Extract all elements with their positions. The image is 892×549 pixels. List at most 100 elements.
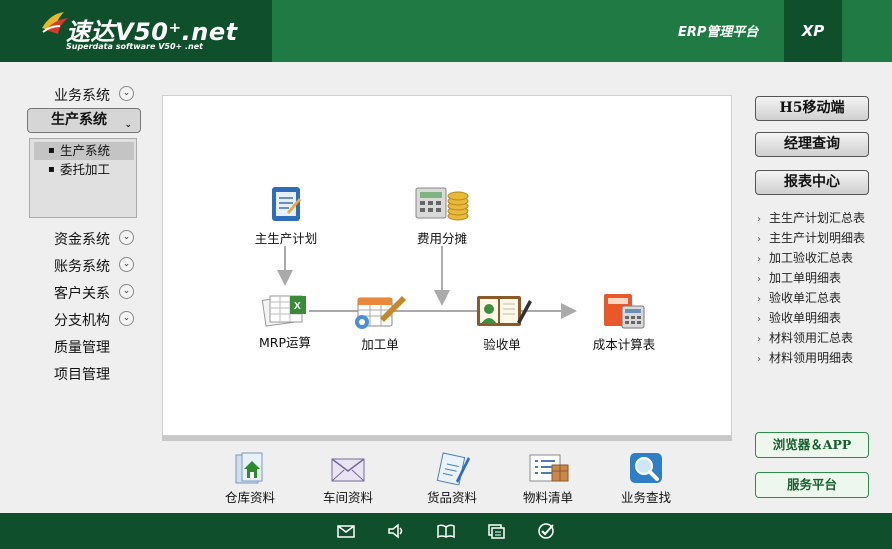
flow-panel: 主生产计划 费用分摊 X MRP运算 加工单 验收单 成本计算表 [162,95,732,436]
logo-area: 速达V50⁺.net Superdata software V50+ .net [0,0,272,62]
plan-icon [272,187,301,221]
submenu-label: 委托加工 [60,162,111,177]
chevron-right-icon: › [757,334,761,345]
flow-node-cost-sheet[interactable]: 成本计算表 [581,290,667,353]
report-label: 验收单汇总表 [769,291,842,305]
bottom-tools-panel: 仓库资料 车间资料 货品资料 物料清单 业务查找 [162,441,732,513]
nav-item-business[interactable]: 业务系统 [54,85,110,105]
calculator-coins-icon [415,187,469,221]
chevron-down-icon[interactable]: ⌄ [119,311,134,326]
flow-label: 费用分摊 [416,231,467,246]
tool-warehouse[interactable]: 仓库资料 [220,451,280,506]
chevron-right-icon: › [757,314,761,325]
window-icon[interactable] [486,521,506,541]
speaker-icon[interactable] [386,521,406,541]
report-link[interactable]: › 验收单明细表 [757,309,841,326]
mail-icon[interactable] [336,521,356,541]
clipboard-pen-icon [436,452,470,485]
bullet-icon: ▪ [48,164,55,175]
submenu-item-outsourcing[interactable]: ▪ 委托加工 [34,161,134,179]
work-order-icon [355,296,406,329]
tool-search[interactable]: 业务查找 [616,451,676,506]
tool-label: 货品资料 [426,490,477,505]
platform-label: ERP管理平台 [678,25,759,40]
xp-button[interactable]: XP [784,0,842,62]
logo-subtitle: Superdata software V50+ .net [66,42,203,51]
flow-node-master-plan[interactable]: 主生产计划 [245,184,327,247]
nav-item-project[interactable]: 项目管理 [54,364,110,384]
nav-label: 分支机构 [54,313,110,329]
nav-label: 账务系统 [54,259,110,275]
service-platform-button[interactable]: 服务平台 [755,472,869,498]
nav-item-production[interactable]: 生产系统 ⌄ [27,108,141,133]
flow-label: 成本计算表 [592,337,656,352]
flow-node-work-order[interactable]: 加工单 [350,292,410,353]
report-link[interactable]: › 主生产计划明细表 [757,229,865,246]
chevron-right-icon: › [757,294,761,305]
report-label: 加工单明细表 [769,271,842,285]
chevron-down-icon[interactable]: ⌄ [119,86,134,101]
flow-node-cost-allocation[interactable]: 费用分摊 [408,184,476,247]
production-submenu: ▪ 生产系统 ▪ 委托加工 [29,138,137,218]
report-link[interactable]: › 加工验收汇总表 [757,249,853,266]
flow-label: MRP运算 [258,335,311,350]
mrp-spreadsheet-icon: X [261,295,306,327]
report-link[interactable]: › 材料领用明细表 [757,349,853,366]
tool-label: 物料清单 [522,490,573,505]
report-link[interactable]: › 验收单汇总表 [757,289,841,306]
chevron-right-icon: › [757,234,761,245]
chevron-down-icon: ⌄ [124,120,132,130]
tool-workshop[interactable]: 车间资料 [318,451,378,506]
cost-calculator-icon [604,294,645,329]
report-link[interactable]: › 材料领用汇总表 [757,329,853,346]
report-link[interactable]: › 主生产计划汇总表 [757,209,865,226]
flow-label: 验收单 [483,337,521,352]
chevron-down-icon[interactable]: ⌄ [119,284,134,299]
chevron-down-icon[interactable]: ⌄ [119,257,134,272]
book-icon[interactable] [436,521,456,541]
report-label: 验收单明细表 [769,311,842,325]
nav-label: 客户关系 [54,286,110,302]
tool-bom[interactable]: 物料清单 [518,451,578,506]
report-label: 加工验收汇总表 [769,251,854,265]
nav-item-quality[interactable]: 质量管理 [54,337,110,357]
chevron-right-icon: › [757,254,761,265]
h5-mobile-button[interactable]: H5移动端 [755,96,869,121]
warehouse-icon [235,452,263,484]
report-label: 材料领用汇总表 [769,331,854,345]
manager-query-button[interactable]: 经理查询 [755,132,869,157]
flow-node-mrp[interactable]: X MRP运算 [246,292,324,351]
top-header: 速达V50⁺.net Superdata software V50+ .net … [0,0,892,62]
report-link[interactable]: › 加工单明细表 [757,269,841,286]
bottom-footer [0,513,892,549]
tool-label: 业务查找 [620,490,671,505]
nav-item-finance[interactable]: 资金系统 [54,229,110,249]
tool-label: 仓库资料 [224,490,275,505]
bullet-icon: ▪ [48,145,55,156]
flow-node-inspection[interactable]: 验收单 [471,292,533,353]
flow-label: 加工单 [361,337,399,352]
submenu-item-production[interactable]: ▪ 生产系统 [34,142,134,160]
report-label: 主生产计划明细表 [769,231,866,245]
list-box-icon [529,454,569,482]
check-icon[interactable] [536,521,556,541]
tool-goods[interactable]: 货品资料 [422,451,482,506]
inspection-icon [477,296,532,326]
report-label: 主生产计划汇总表 [769,211,866,225]
flow-label: 主生产计划 [254,231,318,246]
report-center-button[interactable]: 报表中心 [755,170,869,195]
browser-app-button[interactable]: 浏览器＆APP [755,432,869,458]
chevron-right-icon: › [757,354,761,365]
chevron-right-icon: › [757,274,761,285]
svg-text:X: X [294,301,301,312]
tool-label: 车间资料 [322,490,373,505]
report-label: 材料领用明细表 [769,351,854,365]
chevron-down-icon[interactable]: ⌄ [119,230,134,245]
nav-item-accounting[interactable]: 账务系统 [54,256,110,276]
nav-item-branch[interactable]: 分支机构 [54,310,110,330]
chevron-right-icon: › [757,214,761,225]
magnifier-icon [630,453,662,483]
nav-label: 生产系统 [51,112,107,128]
envelope-icon [331,458,365,482]
nav-item-crm[interactable]: 客户关系 [54,283,110,303]
